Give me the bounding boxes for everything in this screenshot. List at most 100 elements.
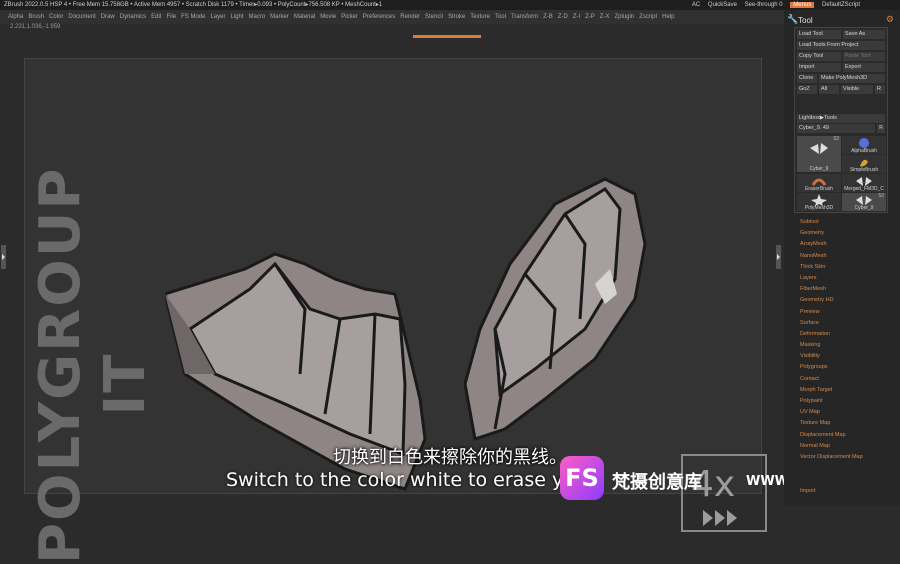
thumb-label: EraserBrush: [805, 186, 833, 192]
menu-file[interactable]: File: [166, 10, 176, 24]
subpalette-geometry[interactable]: Geometry: [800, 228, 898, 239]
menu-macro[interactable]: Macro: [249, 10, 266, 24]
menu-color[interactable]: Color: [49, 10, 63, 24]
menu-fs-mode[interactable]: FS Mode: [181, 10, 205, 24]
copy-tool-button[interactable]: Copy Tool: [797, 52, 841, 61]
menu-marker[interactable]: Marker: [270, 10, 289, 24]
thumb-label: SimpleBrush: [849, 167, 879, 173]
menu-zscript[interactable]: Zscript: [639, 10, 657, 24]
menu-edit[interactable]: Edit: [151, 10, 161, 24]
subpalette-deformation[interactable]: Deformation: [800, 329, 898, 340]
subpalette-blank-1: [800, 463, 898, 474]
subpalette-import[interactable]: Import: [800, 486, 898, 497]
tool-thumb-polymesh3d[interactable]: PolyMesh3D: [797, 193, 841, 211]
make-polymesh3d-button[interactable]: Make PolyMesh3D: [819, 74, 885, 83]
tool-thumb-merged[interactable]: Merged_FM3D_C: [842, 174, 886, 192]
goz-r-button[interactable]: R: [875, 85, 885, 94]
menu-layer[interactable]: Layer: [210, 10, 225, 24]
subpalette-morph-target[interactable]: Morph Target: [800, 385, 898, 396]
menu-z-x[interactable]: Z-X: [600, 10, 610, 24]
title-bar-right: AC QuickSave See-through 0 Menus Default…: [686, 0, 860, 10]
tool-thumb-alphabrush[interactable]: AlphaBrush: [842, 136, 886, 154]
menu-movie[interactable]: Movie: [320, 10, 336, 24]
subtitle-english: Switch to the color white to erase yo: [226, 469, 575, 491]
quicksave-button[interactable]: QuickSave: [708, 2, 737, 8]
subpalette-displacement-map[interactable]: Displacement Map: [800, 430, 898, 441]
export-button[interactable]: Export: [843, 63, 885, 72]
menu-dynamics[interactable]: Dynamics: [120, 10, 146, 24]
subpalette-geometry-hd[interactable]: Geometry HD: [800, 295, 898, 306]
menu-material[interactable]: Material: [294, 10, 315, 24]
menu-zplugin[interactable]: Zplugin: [614, 10, 634, 24]
tool-thumb-simplebrush[interactable]: SimpleBrush: [842, 155, 886, 173]
menu-draw[interactable]: Draw: [101, 10, 115, 24]
left-tray-toggle[interactable]: [1, 245, 6, 269]
menu-render[interactable]: Render: [400, 10, 420, 24]
menu-document[interactable]: Document: [68, 10, 95, 24]
menu-brush[interactable]: Brush: [28, 10, 44, 24]
see-through-slider[interactable]: See-through 0: [745, 2, 783, 8]
subpalette-visibility[interactable]: Visibility: [800, 351, 898, 362]
menu-preferences[interactable]: Preferences: [363, 10, 395, 24]
menu-z-p[interactable]: Z-P: [585, 10, 595, 24]
thumb-label: Merged_FM3D_C: [844, 186, 884, 192]
subpalette-arraymesh[interactable]: ArrayMesh: [800, 239, 898, 250]
clone-button[interactable]: Clone: [797, 74, 817, 83]
load-tool-button[interactable]: Load Tool: [797, 30, 841, 39]
menu-tool[interactable]: Tool: [495, 10, 506, 24]
thumb-count: 52: [833, 136, 839, 142]
menu-transform[interactable]: Transform: [511, 10, 538, 24]
menu-z-i[interactable]: Z-I: [573, 10, 580, 24]
tool-palette-title: Tool: [798, 16, 813, 25]
subpalette-masking[interactable]: Masking: [800, 340, 898, 351]
menu-z-b[interactable]: Z-B: [543, 10, 553, 24]
menu-stroke[interactable]: Stroke: [448, 10, 465, 24]
cyber9-wings-icon: [810, 143, 828, 154]
palette-settings-icon[interactable]: ⚙: [886, 14, 894, 25]
tool-palette-header[interactable]: 🔧 Tool ⚙: [784, 14, 900, 26]
tool-slider[interactable]: Cyber_9. 49: [797, 124, 875, 133]
save-as-button[interactable]: Save As: [843, 30, 885, 39]
subpalette-surface[interactable]: Surface: [800, 318, 898, 329]
import-button[interactable]: Import: [797, 63, 841, 72]
menu-stencil[interactable]: Stencil: [425, 10, 443, 24]
subpalette-contact[interactable]: Contact: [800, 374, 898, 385]
watermark-logo: FS: [560, 456, 604, 500]
subpalette-uv-map[interactable]: UV Map: [800, 407, 898, 418]
tool-thumb-cyber9-alt[interactable]: 52 Cyber_9: [842, 193, 886, 211]
subpalette-nanomesh[interactable]: NanoMesh: [800, 251, 898, 262]
menu-texture[interactable]: Texture: [470, 10, 490, 24]
tool-slider-r-button[interactable]: R: [877, 124, 885, 133]
subpalette-layers[interactable]: Layers: [800, 273, 898, 284]
subpalette-texture-map[interactable]: Texture Map: [800, 418, 898, 429]
thumb-count: 52: [878, 193, 884, 199]
document-canvas[interactable]: POLYGROUP IT 4x: [24, 58, 767, 564]
subpalette-normal-map[interactable]: Normal Map: [800, 441, 898, 452]
menu-picker[interactable]: Picker: [341, 10, 358, 24]
default-zscript-button[interactable]: DefaultZScript: [822, 2, 860, 8]
menu-help[interactable]: Help: [662, 10, 674, 24]
lightbox-tools-button[interactable]: Lightbox▶Tools: [797, 114, 885, 123]
subpalette-polypaint[interactable]: Polypaint: [800, 396, 898, 407]
menu-alpha[interactable]: Alpha: [8, 10, 23, 24]
subpalette-vector-displacement-map[interactable]: Vector Displacement Map: [800, 452, 898, 463]
progress-strip: [413, 35, 481, 38]
subpalette-thick-skin[interactable]: Thick Skin: [800, 262, 898, 273]
goz-visible-button[interactable]: Visible: [841, 85, 873, 94]
menu-z-d[interactable]: Z-D: [558, 10, 568, 24]
tool-thumb-eraserbrush[interactable]: EraserBrush: [797, 174, 841, 192]
goz-all-button[interactable]: All: [819, 85, 839, 94]
menu-light[interactable]: Light: [230, 10, 243, 24]
ac-label[interactable]: AC: [692, 2, 700, 8]
subpalette-preview[interactable]: Preview: [800, 307, 898, 318]
watermark-chinese-text: 梵摄创意库: [612, 472, 702, 493]
menus-button[interactable]: Menus: [790, 2, 815, 8]
paste-tool-button[interactable]: Paste Tool: [843, 52, 885, 61]
subpalette-polygroups[interactable]: Polygroups: [800, 362, 898, 373]
load-tools-from-project-button[interactable]: Load Tools From Project: [797, 41, 885, 50]
tool-thumb-cyber9[interactable]: 52 Cyber_9: [797, 136, 841, 172]
right-tray-toggle[interactable]: [776, 245, 781, 269]
subpalette-subtool[interactable]: Subtool: [800, 217, 898, 228]
goz-button[interactable]: GoZ: [797, 85, 817, 94]
subpalette-fibermesh[interactable]: FiberMesh: [800, 284, 898, 295]
